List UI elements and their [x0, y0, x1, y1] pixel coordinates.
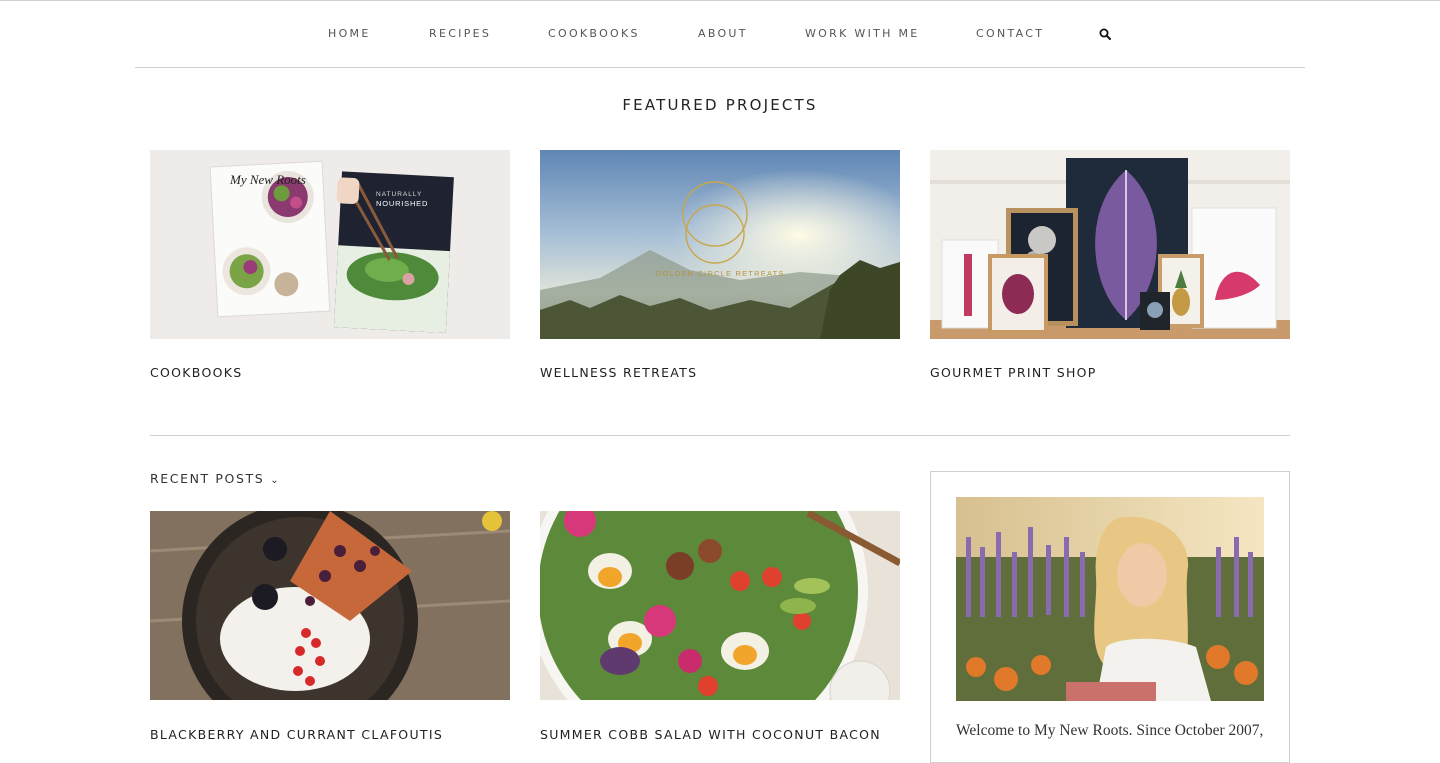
cookbook-1-title: My New Roots [229, 172, 306, 187]
nav-divider [135, 67, 1305, 68]
cookbook-2-subtitle: NATURALLY [376, 191, 422, 198]
card-label-cookbooks[interactable]: COOKBOOKS [150, 365, 242, 380]
post-image-clafoutis[interactable] [150, 511, 510, 700]
about-widget: Welcome to My New Roots. Since October 2… [930, 471, 1290, 763]
card-label-print-shop[interactable]: GOURMET PRINT SHOP [930, 365, 1097, 380]
nav-work-with-me[interactable]: WORK WITH ME [805, 27, 920, 40]
recent-posts-dropdown[interactable]: RECENT POSTS ⌄ [150, 471, 280, 486]
nav-about[interactable]: ABOUT [698, 27, 748, 40]
author-portrait [956, 497, 1264, 701]
post-title-clafoutis[interactable]: BLACKBERRY AND CURRANT CLAFOUTIS [150, 727, 443, 742]
search-icon[interactable] [1099, 28, 1111, 40]
cookbooks-image[interactable]: My New Roots NATURALLY NOURISHED [150, 150, 510, 339]
section-divider [150, 435, 1290, 436]
wellness-retreats-image[interactable]: GOLDEN CIRCLE RETREATS [540, 150, 900, 339]
nav-cookbooks[interactable]: COOKBOOKS [548, 27, 640, 40]
featured-projects-title: FEATURED PROJECTS [622, 96, 818, 114]
welcome-text: Welcome to My New Roots. Since October 2… [956, 722, 1264, 739]
card-label-wellness-retreats[interactable]: WELLNESS RETREATS [540, 365, 697, 380]
post-title-cobb-salad[interactable]: SUMMER COBB SALAD WITH COCONUT BACON [540, 727, 881, 742]
main-nav: HOME RECIPES COOKBOOKS ABOUT WORK WITH M… [0, 0, 1440, 68]
nav-home[interactable]: HOME [328, 27, 371, 40]
cookbook-2-title: NOURISHED [376, 199, 428, 208]
retreat-overlay-text: GOLDEN CIRCLE RETREATS [655, 269, 784, 278]
print-shop-image[interactable] [930, 150, 1290, 339]
nav-contact[interactable]: CONTACT [976, 27, 1044, 40]
chevron-down-icon: ⌄ [270, 475, 281, 486]
post-image-cobb-salad[interactable] [540, 511, 900, 700]
recent-posts-label: RECENT POSTS [150, 471, 265, 486]
nav-recipes[interactable]: RECIPES [429, 27, 491, 40]
